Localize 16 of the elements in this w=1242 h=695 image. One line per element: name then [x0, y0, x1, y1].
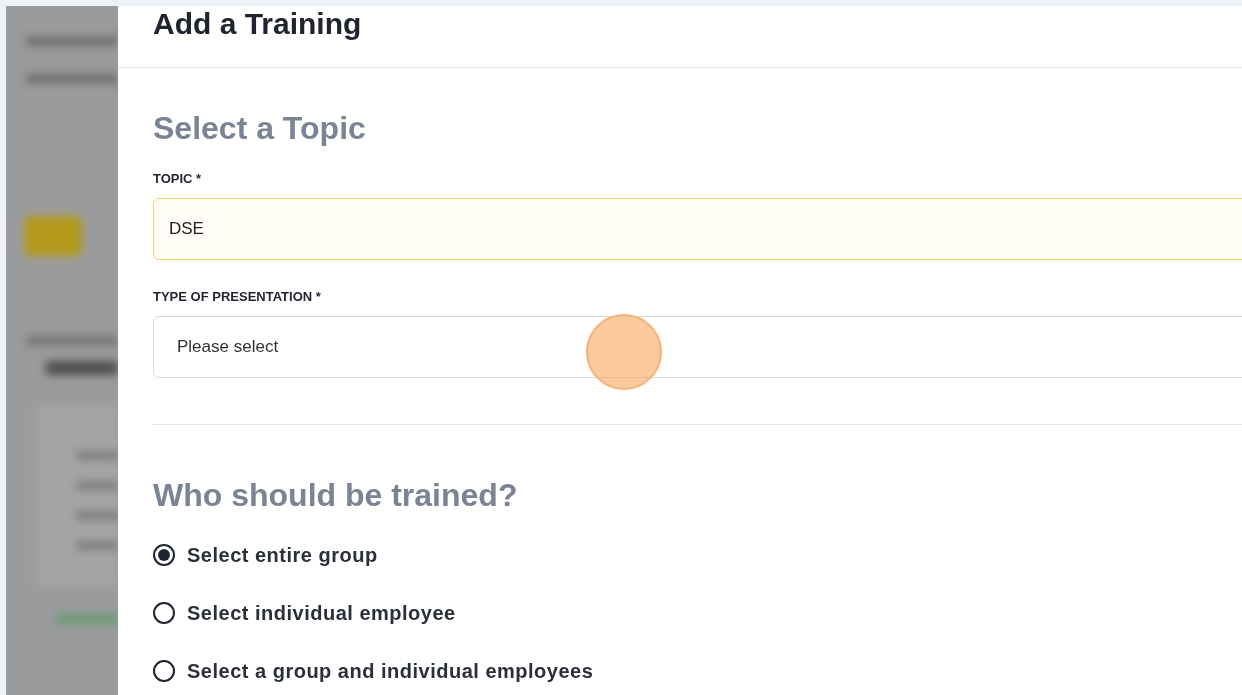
radio-option[interactable]: Select a group and individual employees [153, 657, 594, 685]
radio-button[interactable] [153, 660, 175, 682]
option-label: Select a group and individual employees [187, 659, 594, 684]
radio-option[interactable]: Select entire group [153, 541, 378, 569]
radio-button[interactable] [153, 544, 175, 566]
input-field[interactable]: Please select [153, 316, 1242, 378]
option-label: Select entire group [187, 543, 378, 568]
section-heading: Select a Topic [153, 109, 367, 148]
section-heading: Who should be trained? [153, 476, 519, 515]
option-label: Select individual employee [187, 601, 456, 626]
radio-button[interactable] [153, 602, 175, 624]
field-label: TOPIC * [153, 170, 203, 188]
input-field[interactable]: DSE [153, 198, 1242, 260]
radio-option[interactable]: Select individual employee [153, 599, 456, 627]
field-label: TYPE OF PRESENTATION * [153, 288, 322, 306]
dialog-title: Add a Training [153, 6, 363, 40]
